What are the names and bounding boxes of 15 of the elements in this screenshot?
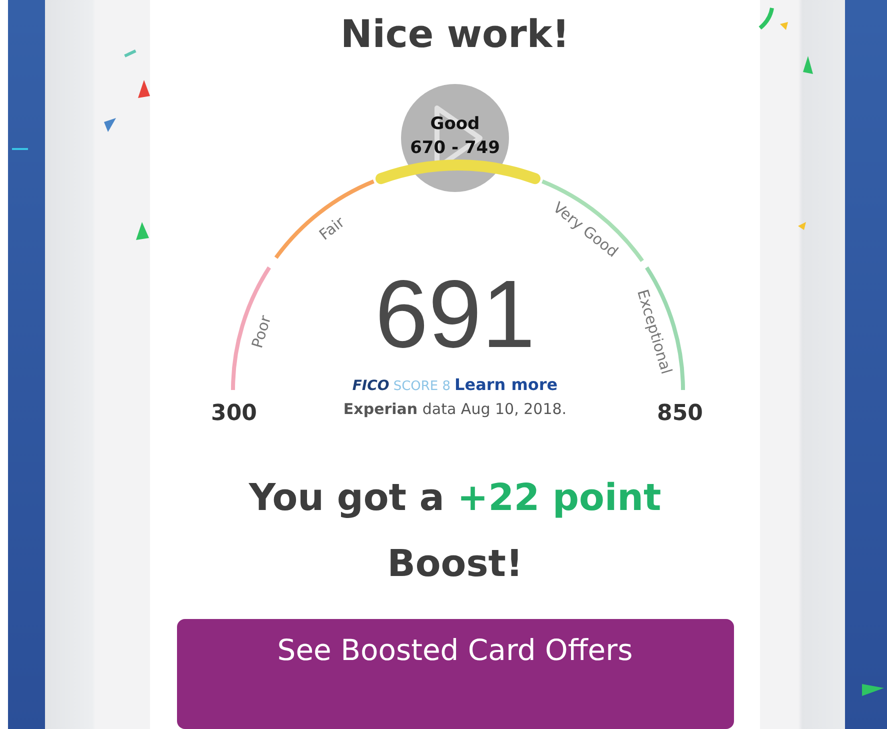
credit-score: 691 — [374, 261, 536, 368]
brand-suffix: SCORE 8 — [393, 379, 451, 394]
segment-label: Fair — [316, 213, 348, 244]
range-value: 670 - 749 — [410, 138, 500, 158]
max-score: 850 — [657, 401, 703, 426]
boost-message: You got a +22 point Boost! — [248, 475, 662, 587]
play-button[interactable] — [401, 84, 509, 192]
brand-logo: FICO — [352, 378, 390, 394]
card-offers-button[interactable]: See Boosted Card Offers — [176, 619, 734, 729]
segment-label: Poor — [248, 313, 275, 350]
data-source: Experian data Aug 10, 2018. — [343, 400, 567, 418]
min-score: 300 — [211, 401, 257, 426]
range-title: Good — [430, 114, 480, 134]
heading: Nice work! — [340, 12, 570, 58]
learn-more-link[interactable]: Learn more — [454, 375, 558, 394]
